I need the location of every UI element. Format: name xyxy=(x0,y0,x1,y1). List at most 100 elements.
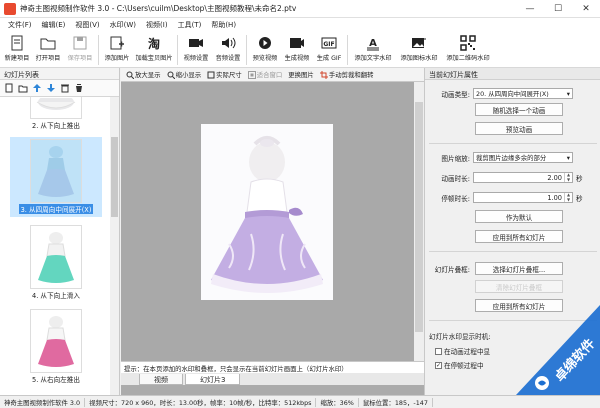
actual-size-button[interactable]: 实际尺寸 xyxy=(204,70,245,79)
slide-list-tools xyxy=(0,80,119,97)
slide-item-3[interactable]: 3. 从四周向中间展开(X) xyxy=(10,137,102,217)
divider xyxy=(429,320,597,321)
tab-slide-3[interactable]: 幻灯片3 xyxy=(185,374,241,385)
canvas-toolbar: 放大显示 缩小显示 实际尺寸 适合窗口 更换图片 手动剪裁和翻转 xyxy=(121,68,424,82)
menu-edit[interactable]: 编辑(E) xyxy=(37,20,71,30)
anim-duration-label: 动画时长: xyxy=(441,174,470,183)
clear-overlay-button[interactable]: 清除幻灯片叠框 xyxy=(475,280,563,293)
zoom-out-button[interactable]: 缩小显示 xyxy=(164,70,205,79)
crop-flip-button[interactable]: 手动剪裁和翻转 xyxy=(317,70,377,79)
scrollbar-thumb[interactable] xyxy=(415,102,423,332)
hint-text: 提示：在本页添加的水印和叠框，只会显示在当前幻灯片画面上（幻灯片水印） xyxy=(121,361,424,373)
maximize-button[interactable]: ☐ xyxy=(544,0,572,18)
preview-canvas[interactable] xyxy=(121,82,414,361)
video-settings-icon xyxy=(187,35,205,51)
preview-video-button[interactable]: 预览视频 xyxy=(249,32,281,68)
menu-file[interactable]: 文件(F) xyxy=(3,20,37,30)
generate-gif-button[interactable]: GIF 生成 GIF xyxy=(313,32,345,68)
slide-thumbnail xyxy=(30,225,82,289)
slide-list-scrollbar[interactable] xyxy=(110,97,119,395)
new-project-button[interactable]: 新建项目 xyxy=(2,32,32,68)
open-slide-icon[interactable] xyxy=(17,83,28,94)
wm-during-anim-option[interactable]: 在动画过程中显 xyxy=(435,346,490,356)
toolbar-separator xyxy=(347,35,348,65)
open-project-button[interactable]: 打开项目 xyxy=(32,32,64,68)
load-product-images-button[interactable]: 淘 加载宝贝图片 xyxy=(133,32,175,68)
scrollbar-thumb[interactable] xyxy=(111,137,118,217)
apply-all-button[interactable]: 应用到所有幻灯片 xyxy=(475,230,563,243)
move-down-icon[interactable] xyxy=(45,83,56,94)
new-slide-icon[interactable] xyxy=(3,83,14,94)
add-image-button[interactable]: 添加图片 xyxy=(101,32,133,68)
move-up-icon[interactable] xyxy=(31,83,42,94)
image-watermark-icon xyxy=(410,35,428,51)
image-scale-label: 图片缩放: xyxy=(441,154,470,163)
close-button[interactable]: ✕ xyxy=(572,0,600,18)
chevron-down-icon: ▾ xyxy=(566,153,570,162)
tab-bar: 视频 幻灯片3 xyxy=(121,373,424,385)
text-watermark-icon: A xyxy=(364,35,382,51)
anim-type-label: 动画类型: xyxy=(441,90,470,99)
chevron-down-icon: ▾ xyxy=(566,89,570,98)
random-anim-button[interactable]: 随机选择一个动画 xyxy=(475,103,563,116)
spinner-arrows-icon[interactable]: ▲ ▼ xyxy=(564,192,572,202)
qrcode-icon xyxy=(459,35,477,51)
menu-tools[interactable]: 工具(T) xyxy=(173,20,207,30)
menu-help[interactable]: 帮助(H) xyxy=(206,20,241,30)
spinner-arrows-icon[interactable]: ▲ ▼ xyxy=(564,172,572,182)
audio-settings-button[interactable]: 音频设置 xyxy=(212,32,244,68)
pause-duration-input[interactable]: 1.00 ▲ ▼ xyxy=(473,192,573,203)
generate-video-button[interactable]: 生成视频 xyxy=(281,32,313,68)
wm-during-pause-option[interactable]: ✓ 在停顿过程中 xyxy=(435,360,484,370)
menu-view[interactable]: 视图(V) xyxy=(70,20,104,30)
overlay-label: 幻灯片叠框: xyxy=(434,266,470,274)
delete-icon[interactable] xyxy=(59,83,70,94)
svg-text:A: A xyxy=(369,38,377,49)
slide-item-5[interactable]: 5. 从右向左推出 xyxy=(10,309,102,389)
pause-duration-label: 停顿时长: xyxy=(441,194,470,203)
zoom-in-button[interactable]: 放大显示 xyxy=(123,70,164,79)
choose-overlay-button[interactable]: 选择幻灯片叠框... xyxy=(475,262,563,275)
image-scale-select[interactable]: 裁剪图片边缘多余的部分 ▾ xyxy=(473,152,573,163)
menu-video[interactable]: 视频(I) xyxy=(141,20,173,30)
divider xyxy=(429,143,597,144)
watermark-display-label: 幻灯片水印显示时机: xyxy=(429,333,491,341)
checkbox-checked-icon[interactable]: ✓ xyxy=(435,361,442,369)
video-settings-button[interactable]: 视频设置 xyxy=(180,32,212,68)
fit-window-button[interactable]: 适合窗口 xyxy=(245,70,286,79)
slide-thumbnail xyxy=(30,309,82,373)
replace-image-button[interactable]: 更换图片 xyxy=(285,70,317,79)
anim-type-select[interactable]: 20. 从四周向中间展开(X) ▾ xyxy=(473,88,573,99)
apply-all-overlay-button[interactable]: 应用到所有幻灯片 xyxy=(475,299,563,312)
status-mouse: 鼠标位置：185，-147 xyxy=(359,397,433,407)
checkbox-unchecked-icon[interactable] xyxy=(435,347,442,355)
main-toolbar: 新建项目 打开项目 保存项目 添加图片 淘 加载宝贝图片 视频设置 音频设置 预… xyxy=(0,32,600,68)
add-image-watermark-button[interactable]: 添加图标水印 xyxy=(396,32,442,68)
canvas-scrollbar[interactable] xyxy=(414,82,424,361)
window-title: 神奇主图视频制作软件 3.0 - C:\Users\cuilm\Desktop\… xyxy=(20,4,297,13)
trash-icon[interactable] xyxy=(73,83,84,94)
actual-size-icon xyxy=(207,71,215,79)
preview-anim-button[interactable]: 预览动画 xyxy=(475,122,563,135)
slide-image-dress xyxy=(201,124,333,300)
anim-type-row: 动画类型: 20. 从四周向中间展开(X) ▾ xyxy=(425,88,573,99)
save-project-button[interactable]: 保存项目 xyxy=(64,32,96,68)
slide-item-2[interactable]: 2. 从下向上推出 xyxy=(10,97,102,135)
open-folder-icon xyxy=(39,35,57,51)
add-text-watermark-button[interactable]: A 添加文字水印 xyxy=(350,32,396,68)
tab-video[interactable]: 视频 xyxy=(139,374,183,385)
divider xyxy=(429,251,597,252)
slide-item-4[interactable]: 4. 从下向上滑入 xyxy=(10,225,102,301)
menu-watermark[interactable]: 水印(W) xyxy=(105,20,141,30)
toolbar-separator xyxy=(177,35,178,65)
slide-list-title: 幻灯片列表 xyxy=(0,68,119,80)
fit-window-icon xyxy=(247,70,256,79)
minimize-button[interactable]: — xyxy=(516,0,544,18)
add-qrcode-watermark-button[interactable]: 添加二维码水印 xyxy=(442,32,494,68)
zoom-in-icon xyxy=(126,71,134,79)
anim-duration-input[interactable]: 2.00 ▲ ▼ xyxy=(473,172,573,183)
seconds-unit: 秒 xyxy=(576,194,583,203)
pause-duration-row: 停顿时长: 1.00 ▲ ▼ 秒 xyxy=(425,192,583,203)
set-default-button[interactable]: 作为默认 xyxy=(475,210,563,223)
add-image-icon xyxy=(108,35,126,51)
